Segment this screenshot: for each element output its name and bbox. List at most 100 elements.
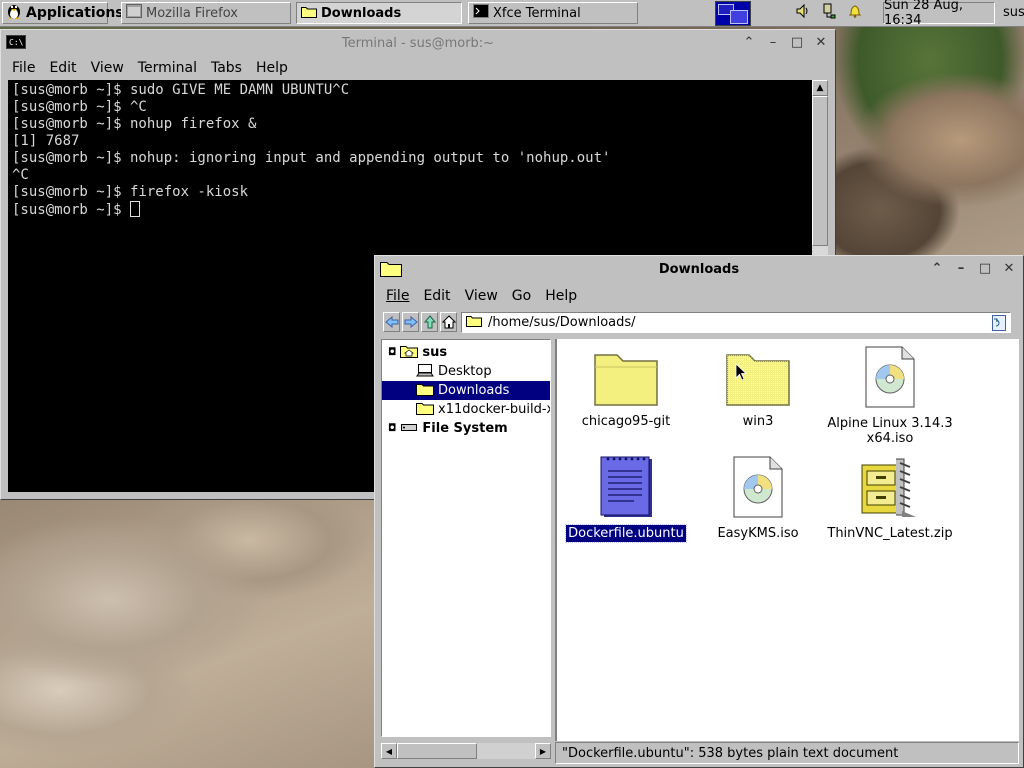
back-arrow-icon[interactable] <box>383 312 400 332</box>
tree-item-sus[interactable]: ◘ sus <box>382 343 550 362</box>
scroll-left-arrow-icon[interactable]: ◀ <box>381 743 397 759</box>
tree-item-label: x11docker-build-x11 <box>438 402 550 417</box>
menu-terminal[interactable]: Terminal <box>131 60 204 76</box>
home-folder-icon <box>400 344 419 362</box>
maximize-icon[interactable]: □ <box>789 34 805 50</box>
terminal-line: [sus@morb ~]$ ^C <box>12 99 147 115</box>
maximize-icon[interactable]: □ <box>977 260 993 276</box>
terminal-prompt-line: [sus@morb ~]$ <box>12 201 808 219</box>
applications-label: Applications <box>26 5 124 21</box>
file-manager-title: Downloads <box>658 261 740 277</box>
tree-item-label: Desktop <box>438 364 492 379</box>
tree-item-downloads[interactable]: Downloads <box>382 381 550 400</box>
tree-item-label: Downloads <box>438 383 510 398</box>
folder-icon <box>301 5 317 22</box>
menu-help[interactable]: Help <box>249 60 295 76</box>
menu-go[interactable]: Go <box>505 288 538 304</box>
panel-clock[interactable]: Sun 28 Aug, 16:34 <box>883 0 995 28</box>
text-document-icon <box>598 455 654 523</box>
terminal-prompt: [sus@morb ~]$ <box>12 202 131 218</box>
refresh-icon[interactable] <box>992 315 1006 335</box>
forward-arrow-icon[interactable] <box>402 312 419 332</box>
file-manager-menubar: File Edit View Go Help <box>375 284 1023 308</box>
file-item-label: EasyKMS.iso <box>717 526 799 541</box>
file-item-easykms-iso[interactable]: EasyKMS.iso <box>693 455 823 542</box>
up-arrow-icon[interactable] <box>421 312 438 332</box>
menu-edit[interactable]: Edit <box>42 60 83 76</box>
menu-view[interactable]: View <box>84 60 131 76</box>
taskbar-item-firefox[interactable]: Mozilla Firefox <box>121 2 291 24</box>
expander-icon[interactable]: ◘ <box>388 423 396 434</box>
terminal-cursor <box>130 201 141 217</box>
tree-item-x11docker[interactable]: x11docker-build-x11 <box>382 400 550 419</box>
file-item-thinvnc-zip[interactable]: ThinVNC_Latest.zip <box>825 455 955 542</box>
menu-file[interactable]: File <box>5 60 42 76</box>
file-item-chicago95-git[interactable]: chicago95-git <box>561 347 691 430</box>
file-item-dockerfile-ubuntu[interactable]: Dockerfile.ubuntu <box>561 455 691 543</box>
taskbar-item-terminal[interactable]: Xfce Terminal <box>468 2 638 24</box>
file-item-label: chicago95-git <box>581 414 671 429</box>
tree-item-label: File System <box>422 421 508 436</box>
menu-tabs[interactable]: Tabs <box>204 60 249 76</box>
firefox-window-icon <box>126 4 142 22</box>
disc-image-icon <box>862 345 918 413</box>
file-item-alpine-iso[interactable]: Alpine Linux 3.14.3 x64.iso <box>825 345 955 447</box>
folder-icon <box>466 314 482 331</box>
tree-item-label: sus <box>422 345 448 360</box>
applications-menu-button[interactable]: Applications <box>2 2 124 24</box>
menu-file[interactable]: File <box>379 288 416 304</box>
tree-item-file-system[interactable]: ◘ File System <box>382 419 550 438</box>
minimize-icon[interactable]: – <box>765 34 781 50</box>
folder-icon <box>593 347 659 411</box>
scroll-right-arrow-icon[interactable]: ▶ <box>535 743 551 759</box>
terminal-line: [sus@morb ~]$ nohup firefox & <box>12 116 257 132</box>
network-icon[interactable] <box>821 3 837 23</box>
folder-icon <box>416 382 434 400</box>
terminal-line: [sus@morb ~]$ sudo GIVE ME DAMN UBUNTU^C <box>12 82 350 98</box>
file-item-win3[interactable]: win3 <box>693 347 823 430</box>
system-tray <box>795 3 863 23</box>
mouse-pointer-icon <box>735 363 748 385</box>
menu-view[interactable]: View <box>458 288 505 304</box>
scroll-up-arrow-icon[interactable]: ▲ <box>812 80 828 96</box>
archive-icon <box>858 455 922 523</box>
workspace-pager[interactable] <box>715 1 751 26</box>
taskbar-item-label: Downloads <box>321 5 402 21</box>
file-manager-window: Downloads ⌃ – □ ✕ File Edit View Go Help <box>374 255 1024 768</box>
status-bar: "Dockerfile.ubuntu": 538 bytes plain tex… <box>555 742 1019 764</box>
terminal-menubar: File Edit View Terminal Tabs Help <box>1 56 835 80</box>
minimize-icon[interactable]: – <box>953 260 969 276</box>
home-icon[interactable] <box>440 312 457 332</box>
close-icon[interactable]: ✕ <box>813 34 829 50</box>
speaker-icon[interactable] <box>795 3 811 23</box>
terminal-titlebar[interactable]: C:\ Terminal - sus@morb:~ ⌃ – □ ✕ <box>1 30 835 56</box>
panel-user-name: sus <box>1003 5 1024 20</box>
menu-help[interactable]: Help <box>538 288 584 304</box>
file-manager-titlebar[interactable]: Downloads ⌃ – □ ✕ <box>375 256 1023 282</box>
tree-horizontal-scrollbar[interactable]: ◀ ▶ <box>381 743 551 759</box>
directory-tree: ◘ sus Desktop Downloads x11docker-build-… <box>381 339 551 737</box>
location-bar[interactable]: /home/sus/Downloads/ <box>461 312 1011 333</box>
terminal-scroll-thumb[interactable] <box>812 96 828 246</box>
taskbar-item-downloads[interactable]: Downloads <box>296 2 462 24</box>
penguin-icon <box>6 2 22 24</box>
disc-image-icon <box>730 455 786 523</box>
terminal-title: Terminal - sus@morb:~ <box>341 35 495 51</box>
tree-item-desktop[interactable]: Desktop <box>382 362 550 381</box>
taskbar-item-label: Mozilla Firefox <box>146 5 238 21</box>
file-icon-view: chicago95-git win3 Alpine Linux 3.14.3 x… <box>555 339 1019 741</box>
terminal-line: [1] 7687 <box>12 133 80 149</box>
shade-icon[interactable]: ⌃ <box>929 260 945 276</box>
hard-drive-icon <box>400 420 418 438</box>
close-icon[interactable]: ✕ <box>1001 260 1017 276</box>
shade-icon[interactable]: ⌃ <box>741 34 757 50</box>
terminal-line: ^C <box>12 167 29 183</box>
tree-scroll-thumb[interactable] <box>397 743 477 759</box>
notification-bell-icon[interactable] <box>847 3 863 23</box>
menu-edit[interactable]: Edit <box>416 288 457 304</box>
expander-icon[interactable]: ◘ <box>388 347 396 358</box>
terminal-line: [sus@morb ~]$ nohup: ignoring input and … <box>12 150 611 166</box>
file-item-label: Dockerfile.ubuntu <box>565 524 687 543</box>
desktop-icon <box>416 363 434 381</box>
top-panel: Applications Mozilla Firefox Downloads X… <box>0 0 1024 28</box>
